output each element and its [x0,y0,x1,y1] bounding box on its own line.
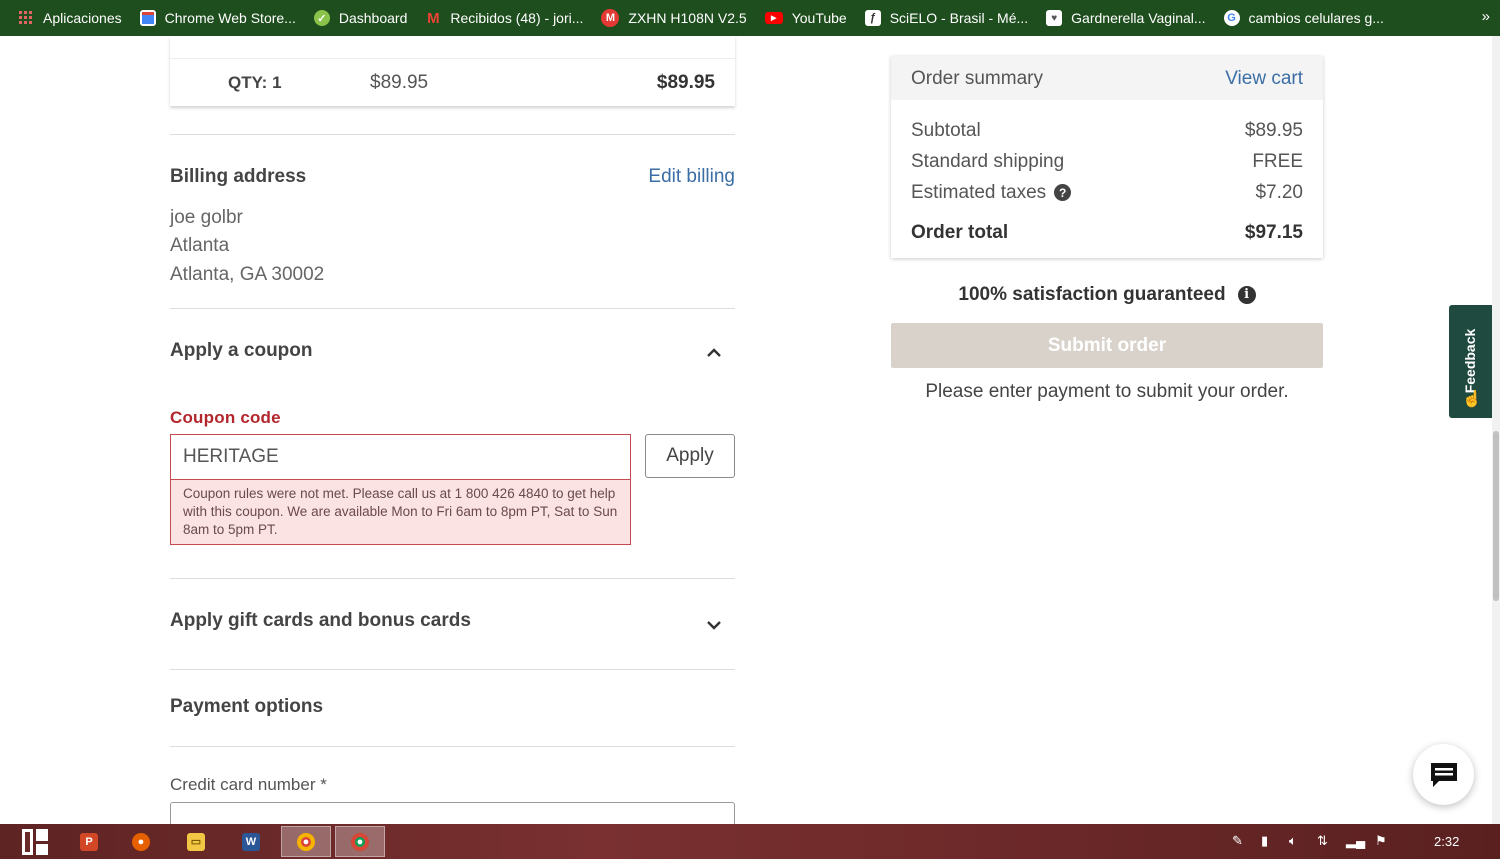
file-explorer-icon[interactable]: ▭ [173,826,219,857]
bookmark-label: cambios celulares g... [1248,10,1384,26]
bookmark-label: YouTube [791,10,847,26]
guarantee-text: 100% satisfaction guaranteed [958,284,1226,305]
chrome-taskbar-icon-2[interactable]: ● [335,826,385,857]
bookmark-label: Recibidos (48) - jori... [450,10,584,26]
credit-card-label: Credit card number * [170,775,327,794]
firefox-icon[interactable]: ● [118,826,164,857]
view-cart-link[interactable]: View cart [1225,68,1303,90]
chevron-up-icon[interactable] [706,345,721,359]
action-center-flag-icon[interactable]: ⚑ [1375,833,1387,849]
pen-icon[interactable]: ✎ [1232,833,1243,849]
bookmark-dashboard[interactable]: ✓ Dashboard [306,0,418,36]
bookmark-scielo[interactable]: ƒ SciELO - Brasil - Mé... [857,0,1038,36]
subtotal-value: $89.95 [1244,120,1303,141]
order-total-label: Order total [911,222,1009,243]
bookmark-apps[interactable]: Aplicaciones [0,0,132,36]
item-line-total: $89.95 [656,72,715,93]
shipping-label: Standard shipping [911,151,1065,172]
shipping-value: FREE [1252,151,1303,172]
bookmark-label: ZXHN H108N V2.5 [628,10,747,26]
start-icon[interactable] [12,826,58,857]
bookmark-chrome-web-store[interactable]: Chrome Web Store... [132,0,306,36]
submit-order-button[interactable]: Submit order [891,323,1323,368]
billing-address-title: Billing address [170,166,307,187]
taxes-label: Estimated taxes [911,182,1047,203]
billing-line1: Atlanta [170,235,230,256]
google-icon: G [1223,10,1240,26]
bookmark-cambios[interactable]: G cambios celulares g... [1216,0,1394,36]
satisfaction-guarantee: 100% satisfaction guaranteed i [891,284,1323,306]
coupon-code-input[interactable] [170,434,631,480]
taskbar [0,824,1500,859]
chat-bubble-icon [1431,763,1457,787]
item-quantity: QTY: 1 [228,73,282,92]
chrome-web-store-icon [139,10,156,26]
bookmark-zxhn[interactable]: M ZXHN H108N V2.5 [593,0,756,36]
bookmark-gardnerella[interactable]: ♥ Gardnerella Vaginal... [1038,0,1215,36]
bookmark-youtube[interactable]: ▶ YouTube [757,0,857,36]
billing-line2: Atlanta, GA 30002 [170,264,325,285]
apps-grid-icon [18,10,34,26]
gift-cards-title[interactable]: Apply gift cards and bonus cards [170,610,471,632]
bookmark-label: Aplicaciones [43,10,122,26]
scrollbar-thumb[interactable] [1493,431,1499,601]
subtotal-label: Subtotal [911,120,981,141]
edit-billing-link[interactable]: Edit billing [648,166,735,188]
scielo-icon: ƒ [864,10,881,26]
divider [170,134,735,135]
bookmarks-bar: Aplicaciones Chrome Web Store... ✓ Dashb… [0,0,1500,36]
more-bookmarks-icon[interactable]: » [1482,8,1490,25]
bookmark-label: SciELO - Brasil - Mé... [889,10,1029,26]
chevron-down-icon[interactable] [706,617,721,631]
help-icon[interactable]: ? [1054,184,1072,202]
payment-required-note: Please enter payment to submit your orde… [925,381,1289,402]
page-scrollbar[interactable] [1492,36,1500,824]
info-icon[interactable]: i [1237,285,1256,304]
divider [170,578,735,579]
bookmark-label: Dashboard [338,10,408,26]
cart-item-card: QTY: 1 $89.95 $89.95 [170,36,735,106]
bookmark-label: Chrome Web Store... [164,10,296,26]
youtube-icon: ▶ [764,12,783,24]
system-clock[interactable]: 2:32 [1434,834,1459,849]
powerpoint-icon[interactable]: P [66,826,112,857]
order-summary-card: Order summary View cart Subtotal $89.95 … [891,56,1323,258]
word-icon[interactable]: W [228,826,274,857]
billing-name: joe golbr [170,207,243,228]
divider [170,58,735,59]
order-summary-title: Order summary [911,68,1043,89]
gmail-icon: M [427,9,440,27]
chat-button[interactable] [1413,744,1474,805]
feedback-label: Feedback [1462,328,1478,394]
order-total-value: $97.15 [1244,222,1303,243]
feedback-tab[interactable]: Feedback ☝ [1449,305,1492,418]
payment-options-title: Payment options [170,696,324,717]
signal-icon[interactable]: ▂▄ [1346,833,1365,849]
volume-icon[interactable]: 🔈︎ [1289,833,1297,849]
taxes-row: Estimated taxes? [911,182,1072,204]
network-icon[interactable]: ⇅ [1317,833,1328,849]
divider [170,746,735,747]
taxes-value: $7.20 [1255,182,1303,203]
m-circle-icon: M [601,9,620,27]
item-unit-price: $89.95 [370,72,429,93]
apply-coupon-button[interactable]: Apply [645,434,735,478]
divider [170,669,735,670]
chrome-taskbar-icon[interactable]: ● [281,826,331,857]
dashboard-check-icon: ✓ [313,10,330,26]
bookmark-gmail[interactable]: M Recibidos (48) - jori... [417,0,593,36]
battery-icon[interactable]: ▮ [1261,833,1268,849]
bookmark-page-icon: ♥ [1046,10,1063,26]
apply-coupon-title[interactable]: Apply a coupon [170,340,313,362]
coupon-error-message: Coupon rules were not met. Please call u… [170,480,631,545]
order-summary-header: Order summary View cart [891,56,1323,100]
coupon-code-label: Coupon code [170,408,281,427]
bookmark-label: Gardnerella Vaginal... [1071,10,1206,26]
pointer-hand-icon: ☝ [1462,391,1482,408]
divider [170,308,735,309]
